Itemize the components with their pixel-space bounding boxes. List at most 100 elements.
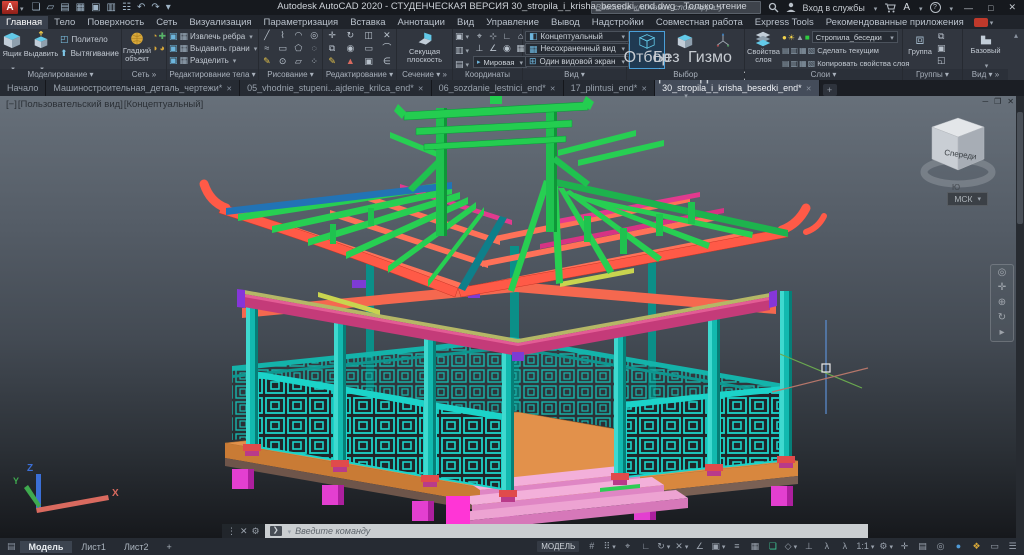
wcs-button[interactable]: МСК [947,192,988,206]
drawing-viewport[interactable]: Z X Y [0,96,1024,538]
modify-tool-icon[interactable]: ▭ [362,43,376,54]
scrollbar-thumb[interactable] [1017,112,1023,224]
file-tab[interactable]: Начало [0,80,46,96]
ucs-tool-icon[interactable]: ▥ [455,45,469,57]
view-dropdown[interactable]: ⊞Один видовой экран [525,56,629,67]
workspace-icon[interactable]: ⚙ [877,540,895,553]
layer-state-icon[interactable]: ■ [805,33,810,42]
ribbon-tab[interactable]: Поверхность [81,16,150,29]
draw-tool-icon[interactable]: ⁘ [308,56,320,67]
base-view-button[interactable]: Базовый [969,31,1003,73]
quick-properties-icon[interactable]: ▤ [914,540,931,553]
panel-footer-view[interactable]: Вид ▾ [523,69,626,80]
ribbon-tab[interactable]: Сеть [150,16,183,29]
ribbon-tab[interactable]: Вывод [545,16,586,29]
layer-tool-icon[interactable]: ▤ [782,59,790,68]
mesh-tool-icon[interactable]: ◑ [152,43,157,54]
view-dropdown[interactable]: ▦Несохраненный вид [525,43,629,54]
make-current-button[interactable]: Сделать текущим [817,46,879,55]
close-button[interactable]: ✕ [1004,2,1020,13]
save-icon[interactable]: ▤ [60,2,69,13]
isodraft-icon[interactable]: ✕ [673,540,690,553]
ribbon-tab[interactable]: Рекомендованные приложения [820,16,970,29]
viewport-control-segment[interactable]: − [6,99,17,110]
modify-tool-icon[interactable]: ✕ [380,30,394,41]
layer-state-icon[interactable]: ☀ [788,33,795,42]
coords-tool-icon[interactable]: ⊥ [473,43,486,54]
osnap-icon[interactable]: ▣ [709,540,727,553]
file-tab-close-icon[interactable] [802,83,812,93]
ribbon-tab[interactable]: Тело [48,16,81,29]
featured-apps-arrow-icon[interactable] [988,17,994,28]
modify-tool-icon[interactable]: ◉ [343,43,357,54]
draw-tool-icon[interactable]: ◠ [293,30,305,41]
panel-footer-solid-editing[interactable]: Редактирование тела ▾ [167,69,258,80]
panel-footer-modeling[interactable]: Моделирование ▾ [0,69,121,80]
undo-icon[interactable]: ↶ [137,2,145,13]
full-navigation-wheel-icon[interactable]: ◎ [998,268,1007,278]
ucs-icon[interactable]: Z X Y [13,463,119,513]
panel-footer-modify[interactable]: Редактирование ▾ [323,69,396,80]
coords-tool-icon[interactable]: ⊹ [487,31,500,42]
ribbon-tab[interactable]: Совместная работа [650,16,749,29]
command-history-arrow-icon[interactable] [286,526,292,536]
modify-tool-icon[interactable]: ∈ [380,56,394,67]
layout-tab[interactable]: Лист1 [72,541,115,553]
layer-select[interactable]: Стропила_беседки [812,31,898,43]
ribbon-tab[interactable]: Управление [480,16,545,29]
ucs-name-field[interactable]: ▸ Мировая [473,56,527,68]
match-layer-button[interactable]: Копировать свойства слоя [817,59,909,68]
ribbon-tab[interactable]: Визуализация [183,16,257,29]
modeling-small-button[interactable]: ⬆Вытягивание [60,48,119,59]
draw-tool-icon[interactable]: ◎ [308,30,320,41]
ribbon-tab[interactable]: Вставка [344,16,391,29]
help-arrow-icon[interactable] [948,3,954,13]
grid-icon[interactable]: # [583,540,600,553]
coords-tool-icon[interactable]: ∠ [487,43,500,54]
selection-cycling-icon[interactable]: ❏ [764,540,781,553]
ribbon-tab[interactable]: Вид [451,16,480,29]
draw-tool-icon[interactable]: ▱ [293,56,305,67]
app-menu-arrow-icon[interactable] [18,3,24,13]
doc-minimize-icon[interactable]: ─ [982,97,988,106]
cart-icon[interactable] [884,3,896,13]
layer-state-icon[interactable]: ● [782,33,787,42]
command-grip-icon[interactable]: ⋮ [227,526,236,537]
draw-tool-icon[interactable]: ╱ [261,30,273,41]
ribbon-tab[interactable]: Параметризация [258,16,345,29]
solid-editing-row[interactable]: ▣▦Выдавить грани [169,43,256,54]
isolate-objects-icon[interactable]: ◎ [932,540,949,553]
group-button[interactable]: ⧈ Группа [905,31,935,56]
command-tools-icon[interactable]: ⚙ [252,526,260,537]
customization-icon[interactable]: ☰ [1004,540,1021,553]
coords-tool-icon[interactable]: ∟ [501,31,514,42]
file-tab[interactable]: 06_sozdanie_lestnici_end* [432,80,564,96]
monitor-icon[interactable]: ▭ [986,540,1003,553]
group-tool-icon[interactable]: ◱ [937,55,946,66]
modify-tool-icon[interactable]: ↻ [343,30,357,41]
file-tab-close-icon[interactable] [546,83,556,93]
save-as-icon[interactable]: ▦ [76,2,85,13]
dynamic-ucs-icon[interactable]: ⊥ [800,540,817,553]
open-icon[interactable]: ▱ [46,2,54,13]
view-dropdown[interactable]: ◧Концептуальный [525,31,629,42]
file-tab-close-icon[interactable] [414,83,424,93]
batch-plot-icon[interactable]: ▥ [107,2,116,13]
search-icon[interactable] [768,2,779,13]
lineweight-icon[interactable]: ≡ [728,540,745,553]
viewport-control-segment[interactable]: Концептуальный [124,99,203,110]
file-tab[interactable]: 17_plintusi_end* [564,80,655,96]
mesh-tool-icon[interactable]: ✚ [158,31,166,42]
panel-footer-draw[interactable]: Рисование ▾ [259,69,322,80]
ribbon-tab[interactable]: Аннотации [392,16,452,29]
zoom-icon[interactable]: ⊕ [998,298,1006,308]
vertical-scrollbar[interactable] [1016,96,1024,538]
draw-tool-icon[interactable]: ✎ [261,56,273,67]
new-icon[interactable]: ❏ [32,2,41,13]
draw-tool-icon[interactable]: ◌ [308,43,320,54]
signin-arrow-icon[interactable] [872,3,878,13]
modify-tool-icon[interactable]: ▣ [362,56,376,67]
section-plane-button[interactable]: Секущая плоскость [403,31,447,64]
dynamic-input-icon[interactable]: ⌖ [619,540,636,553]
draw-tool-icon[interactable]: ⊙ [277,56,289,67]
